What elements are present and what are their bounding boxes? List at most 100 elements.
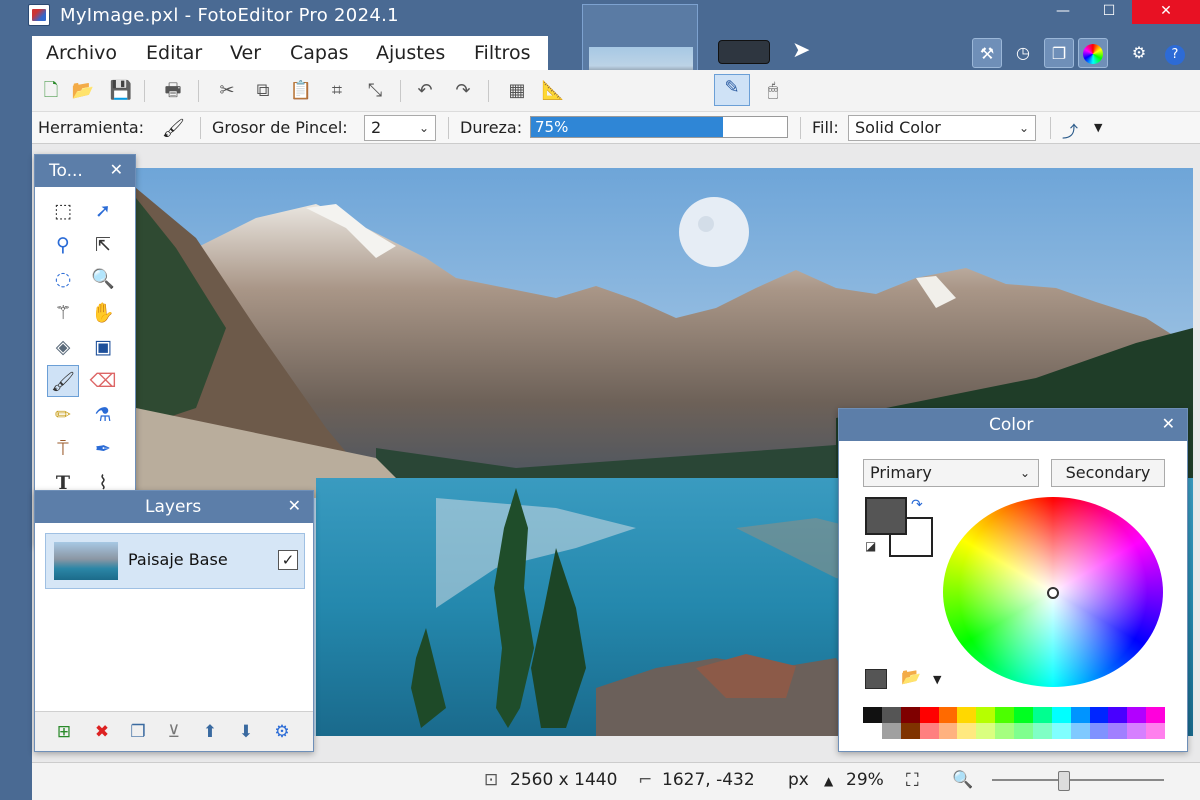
hammer-icon[interactable]: ⚒ bbox=[972, 38, 1002, 68]
clock-icon[interactable]: ◷ bbox=[1008, 38, 1038, 68]
zoom-slider-thumb[interactable] bbox=[1058, 771, 1070, 791]
menu-filtros[interactable]: Filtros bbox=[474, 42, 530, 64]
antialiasing-icon[interactable]: ⤴ bbox=[1062, 118, 1078, 142]
menu-capas[interactable]: Capas bbox=[290, 42, 349, 64]
palette-swatch[interactable] bbox=[995, 707, 1014, 723]
add-color-icon[interactable] bbox=[865, 669, 887, 689]
lasso-select-icon[interactable]: ⚲ bbox=[47, 229, 79, 261]
palette-swatch[interactable] bbox=[957, 723, 977, 739]
palette-swatch[interactable] bbox=[1146, 723, 1165, 739]
units-selector[interactable]: px bbox=[788, 770, 809, 790]
units-caret[interactable]: ▲ bbox=[824, 774, 833, 788]
duplicate-layer-icon[interactable]: ❐ bbox=[125, 720, 151, 744]
dropdown-arrow-icon[interactable]: ▼ bbox=[1094, 121, 1102, 134]
redo-icon[interactable]: ↷ bbox=[450, 78, 476, 104]
clone-stamp-icon[interactable]: ⍑ bbox=[47, 433, 79, 465]
palette-swatch[interactable] bbox=[976, 723, 996, 739]
undo-icon[interactable]: ↶ bbox=[412, 78, 438, 104]
palette-swatch[interactable] bbox=[1089, 707, 1109, 723]
zoom-slider-track[interactable] bbox=[992, 779, 1164, 781]
pan-hand-icon[interactable]: ✋ bbox=[87, 297, 119, 329]
reset-colors-icon[interactable]: ◪ bbox=[865, 539, 876, 553]
crop-icon[interactable]: ⌗ bbox=[324, 78, 350, 104]
gradient-icon[interactable]: ▣ bbox=[87, 331, 119, 363]
layers-window-icon[interactable]: ❐ bbox=[1044, 38, 1074, 68]
zoom-icon[interactable]: 🔍 bbox=[87, 263, 119, 295]
graphics-tablet-icon[interactable] bbox=[718, 40, 770, 64]
zoom-out-icon[interactable]: 🔍 bbox=[952, 770, 973, 790]
resize-icon[interactable]: ⤡ bbox=[362, 78, 388, 104]
menu-ajustes[interactable]: Ajustes bbox=[376, 42, 445, 64]
color-picker-icon[interactable]: ⚗ bbox=[87, 399, 119, 431]
close-icon[interactable]: ✕ bbox=[110, 160, 123, 179]
fill-select[interactable]: Solid Color ⌄ bbox=[848, 115, 1036, 141]
copy-icon[interactable]: ⧉ bbox=[250, 78, 276, 104]
move-layer-up-icon[interactable]: ⬆ bbox=[197, 720, 223, 744]
dropdown-arrow-icon[interactable]: ▼ bbox=[933, 673, 941, 686]
ruler-icon[interactable]: 📐 bbox=[540, 78, 566, 104]
palette-swatch[interactable] bbox=[938, 723, 958, 739]
palette-swatch[interactable] bbox=[1127, 723, 1147, 739]
palette-swatch[interactable] bbox=[1051, 707, 1071, 723]
ellipse-select-icon[interactable]: ◌ bbox=[47, 263, 79, 295]
palette-swatch[interactable] bbox=[900, 723, 920, 739]
palette-swatch[interactable] bbox=[1108, 707, 1128, 723]
primary-color-swatch[interactable] bbox=[865, 497, 907, 535]
eraser-icon[interactable]: ⌫ bbox=[87, 365, 119, 397]
fit-to-window-icon[interactable]: ⛶ bbox=[906, 770, 919, 791]
pen-tablet-mode-icon[interactable]: ✎ bbox=[714, 74, 750, 106]
move-selected-icon[interactable]: ⇱ bbox=[87, 229, 119, 261]
colors-window-icon[interactable] bbox=[1078, 38, 1108, 68]
palette-swatch[interactable] bbox=[1032, 723, 1052, 739]
palette-swatch[interactable] bbox=[938, 707, 958, 723]
new-file-icon[interactable]: 🗋 bbox=[38, 78, 64, 104]
delete-layer-icon[interactable]: ✖ bbox=[89, 720, 115, 744]
mouse-mode-icon[interactable]: 🖱 bbox=[760, 78, 786, 104]
palette-swatch[interactable] bbox=[919, 707, 939, 723]
paintbrush-icon[interactable]: 🖌 bbox=[47, 365, 79, 397]
move-selection-icon[interactable]: ➚ bbox=[87, 195, 119, 227]
palette-swatch[interactable] bbox=[976, 707, 996, 723]
save-icon[interactable]: 💾 bbox=[108, 78, 134, 104]
palette-swatch[interactable] bbox=[995, 723, 1014, 739]
palette-swatch[interactable] bbox=[1089, 723, 1109, 739]
palette-swatch[interactable] bbox=[919, 723, 939, 739]
merge-layer-down-icon[interactable]: ⊻ bbox=[161, 720, 187, 744]
magic-wand-icon[interactable]: ⚚ bbox=[47, 297, 79, 329]
paste-icon[interactable]: 📋 bbox=[288, 78, 314, 104]
palette-swatch[interactable] bbox=[1014, 723, 1033, 739]
layer-properties-icon[interactable]: ⚙ bbox=[269, 720, 295, 744]
settings-icon[interactable]: ⚙ bbox=[1124, 38, 1154, 68]
pencil-icon[interactable]: ✏ bbox=[47, 399, 79, 431]
menu-editar[interactable]: Editar bbox=[146, 42, 202, 64]
color-wheel-marker[interactable] bbox=[1047, 587, 1059, 599]
open-folder-icon[interactable]: 📂 bbox=[70, 78, 96, 104]
swap-colors-icon[interactable]: ↷ bbox=[911, 497, 923, 513]
palette-swatch[interactable] bbox=[1070, 707, 1090, 723]
menu-archivo[interactable]: Archivo bbox=[46, 42, 117, 64]
palette-swatch[interactable] bbox=[957, 707, 977, 723]
palette-swatch[interactable] bbox=[863, 723, 882, 739]
secondary-button[interactable]: Secondary bbox=[1051, 459, 1165, 487]
palette-swatch[interactable] bbox=[1014, 707, 1033, 723]
palette-folder-icon[interactable]: 📂 bbox=[901, 667, 921, 686]
close-icon[interactable]: ✕ bbox=[288, 496, 301, 515]
brush-width-select[interactable]: 2 ⌄ bbox=[364, 115, 436, 141]
print-icon[interactable]: 🖶 bbox=[160, 78, 186, 104]
cut-icon[interactable]: ✂ bbox=[214, 78, 240, 104]
palette-swatch[interactable] bbox=[1146, 707, 1165, 723]
palette-swatch[interactable] bbox=[881, 707, 901, 723]
palette-swatch[interactable] bbox=[1051, 723, 1071, 739]
rectangle-select-icon[interactable]: ⬚ bbox=[47, 195, 79, 227]
help-icon[interactable]: ? bbox=[1160, 38, 1190, 68]
palette-swatch[interactable] bbox=[1070, 723, 1090, 739]
recolor-icon[interactable]: ✒ bbox=[87, 433, 119, 465]
close-icon[interactable]: ✕ bbox=[1162, 414, 1175, 433]
zoom-level[interactable]: 29% bbox=[846, 770, 884, 790]
primary-select[interactable]: Primary ⌄ bbox=[863, 459, 1039, 487]
palette-swatch[interactable] bbox=[881, 723, 901, 739]
add-layer-icon[interactable]: ⊞ bbox=[51, 720, 77, 744]
maximize-button[interactable]: ☐ bbox=[1086, 0, 1132, 24]
palette-swatch[interactable] bbox=[900, 707, 920, 723]
paint-bucket-icon[interactable]: ◈ bbox=[47, 331, 79, 363]
